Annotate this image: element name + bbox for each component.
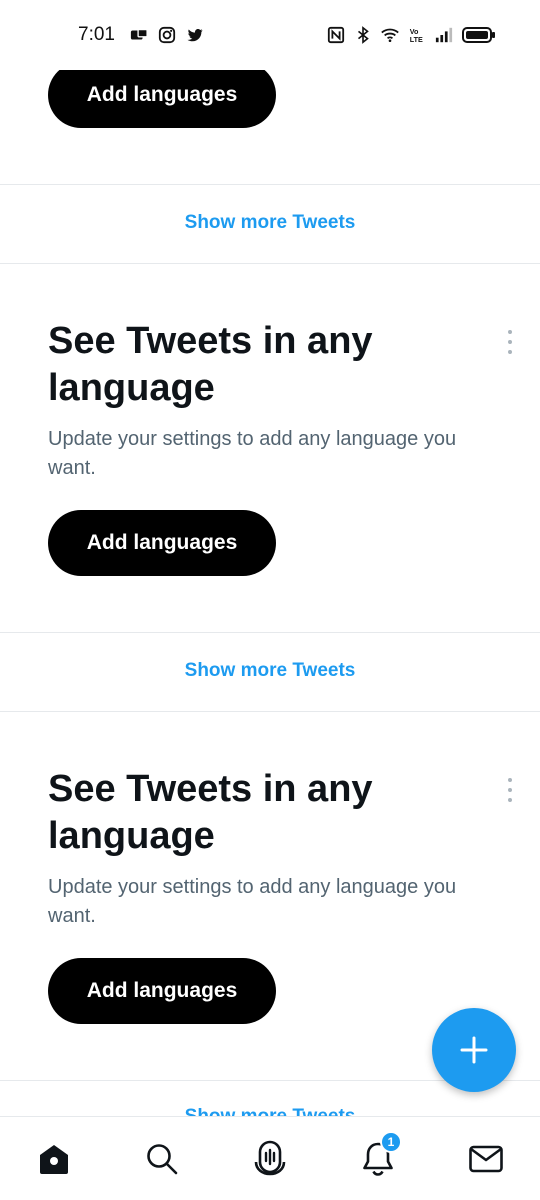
wifi-icon	[381, 28, 399, 43]
card-title: See Tweets in any language	[48, 320, 373, 409]
divider	[0, 632, 540, 633]
more-options-icon[interactable]	[502, 330, 518, 354]
nfc-icon	[327, 26, 345, 44]
nav-home[interactable]	[24, 1129, 84, 1189]
card-subtitle: Update your settings to add any language…	[48, 428, 457, 479]
bluetooth-icon	[357, 26, 369, 44]
svg-text:LTE: LTE	[410, 35, 423, 44]
add-languages-button[interactable]: Add languages	[48, 62, 276, 128]
plus-icon	[460, 1036, 488, 1064]
nav-search[interactable]	[132, 1129, 192, 1189]
instagram-icon	[158, 26, 176, 44]
notification-badge: 1	[380, 1130, 402, 1153]
mail-icon	[469, 1145, 503, 1172]
signal-icon	[435, 27, 453, 43]
card-title: See Tweets in any language	[48, 768, 373, 857]
nav-messages[interactable]	[456, 1129, 516, 1189]
more-options-icon[interactable]	[502, 778, 518, 802]
status-time: 7:01	[78, 24, 115, 45]
battery-icon	[462, 27, 495, 43]
status-bar: 7:01 Vo LTE	[0, 0, 540, 70]
volte-icon: Vo LTE	[410, 27, 423, 44]
nav-notifications[interactable]: 1	[348, 1129, 408, 1189]
status-right-icons: Vo LTE	[327, 26, 496, 44]
divider	[0, 184, 540, 185]
add-languages-button[interactable]: Add languages	[48, 510, 276, 576]
search-icon	[147, 1143, 178, 1174]
compose-tweet-button[interactable]	[432, 1008, 516, 1092]
show-more-tweets-link[interactable]: Show more Tweets	[0, 1106, 540, 1116]
spaces-icon	[254, 1140, 286, 1175]
card-subtitle: Update your settings to add any language…	[48, 876, 457, 927]
bottom-nav: 1	[0, 1116, 540, 1200]
add-languages-button[interactable]: Add languages	[48, 958, 276, 1024]
status-left-icons	[130, 26, 204, 44]
divider	[0, 711, 540, 712]
show-more-tweets-link[interactable]: Show more Tweets	[0, 212, 540, 234]
twitter-icon	[187, 29, 203, 42]
show-more-tweets-link[interactable]: Show more Tweets	[0, 660, 540, 682]
divider	[0, 263, 540, 264]
nav-spaces[interactable]	[240, 1129, 300, 1189]
home-icon	[40, 1144, 68, 1174]
camera-notification-icon	[130, 28, 148, 40]
feed: Add languages Show more Tweets See Tweet…	[0, 0, 540, 1116]
